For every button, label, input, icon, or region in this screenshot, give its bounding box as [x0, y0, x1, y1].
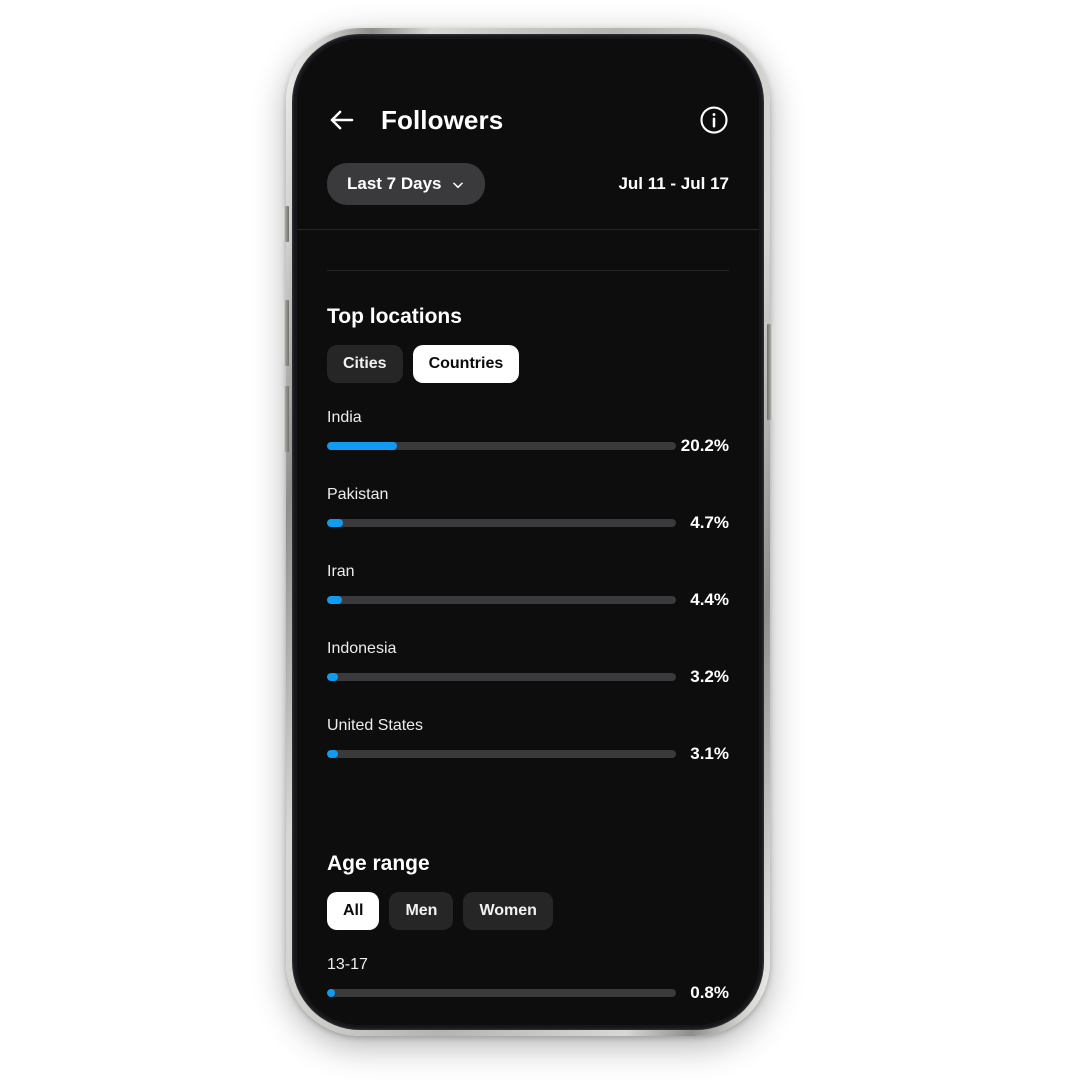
phone-screen: Followers Last 7 Days Jul 11 - Jul 17 To… [297, 39, 759, 1025]
bar-row: India 20.2% [327, 409, 729, 456]
bar-fill [327, 596, 343, 604]
date-range-selector-label: Last 7 Days [347, 174, 442, 193]
tab-countries[interactable]: Countries [412, 345, 520, 383]
volume-up-button[interactable] [283, 300, 289, 366]
bar-value: 3.2% [690, 667, 729, 686]
age-range-tabs: All Men Women [297, 876, 759, 930]
tab-women[interactable]: Women [463, 892, 553, 930]
bar-row-line: 3.1% [327, 744, 729, 764]
info-circle-icon[interactable] [699, 105, 729, 135]
bar-track [327, 989, 676, 997]
phone-device: Followers Last 7 Days Jul 11 - Jul 17 To… [283, 28, 773, 1036]
bar-row-line: 4.7% [327, 513, 729, 533]
divider-full [297, 229, 759, 230]
navigation-bar: Followers [297, 91, 759, 149]
bar-fill [327, 673, 339, 681]
bar-row-label: India [327, 409, 362, 426]
age-range-bar-list: 13-170.8%18-2420.9% [297, 930, 759, 1025]
bar-row-label: Pakistan [327, 486, 389, 503]
bar-row-label: 13-17 [327, 956, 368, 973]
bar-fill [327, 519, 344, 527]
bar-row-label: Iran [327, 563, 355, 580]
bar-row: Iran 4.4% [327, 563, 729, 610]
bar-fill [327, 442, 398, 450]
bar-fill [327, 989, 335, 997]
power-button[interactable] [767, 324, 773, 420]
tab-men[interactable]: Men [389, 892, 454, 930]
top-locations-tabs: Cities Countries [297, 329, 759, 383]
bar-row: Indonesia 3.2% [327, 640, 729, 687]
top-locations-bar-list: India 20.2% Pakistan 4.7% Iran 4.4% Indonesia 3… [297, 383, 759, 764]
bar-track [327, 673, 676, 681]
tab-cities[interactable]: Cities [327, 345, 403, 383]
bar-row-line: 4.4% [327, 590, 729, 610]
bar-row: Pakistan 4.7% [327, 486, 729, 533]
screenshot-stage: Followers Last 7 Days Jul 11 - Jul 17 To… [0, 0, 1080, 1080]
bar-value: 0.8% [690, 983, 729, 1002]
date-range-text: Jul 11 - Jul 17 [618, 174, 729, 193]
age-range-heading: Age range [327, 852, 430, 875]
phone-bezel: Followers Last 7 Days Jul 11 - Jul 17 To… [292, 34, 764, 1030]
bar-row-line: 0.8% [327, 983, 729, 1003]
tab-cities-label: Cities [343, 355, 387, 372]
bar-track [327, 442, 676, 450]
bar-row-line: 3.2% [327, 667, 729, 687]
date-filter-row: Last 7 Days Jul 11 - Jul 17 [297, 149, 759, 205]
silent-switch-button[interactable] [283, 206, 289, 242]
bar-row: United States 3.1% [327, 717, 729, 764]
bar-track [327, 750, 676, 758]
tab-men-label: Men [405, 902, 438, 919]
bar-row-label: United States [327, 717, 424, 734]
bar-row: 13-17 0.8% [327, 956, 729, 1003]
bar-track [327, 519, 676, 527]
bar-value: 20.2% [680, 436, 729, 455]
tab-all-label: All [343, 902, 364, 919]
bar-value: 3.1% [690, 744, 729, 763]
tab-women-label: Women [479, 902, 537, 919]
bar-row-line: 20.2% [327, 436, 729, 456]
volume-down-button[interactable] [283, 386, 289, 452]
bar-value: 4.4% [690, 590, 729, 609]
bar-value: 4.7% [690, 513, 729, 532]
tab-countries-label: Countries [428, 355, 504, 372]
page-title: Followers [381, 104, 504, 135]
date-range-selector[interactable]: Last 7 Days [327, 163, 485, 205]
bar-track [327, 596, 676, 604]
bar-fill [327, 750, 338, 758]
top-locations-heading: Top locations [327, 305, 462, 328]
arrow-left-icon[interactable] [327, 105, 357, 135]
followers-insights-app: Followers Last 7 Days Jul 11 - Jul 17 To… [297, 39, 759, 1025]
chevron-down-icon [451, 177, 465, 191]
bar-row-label: Indonesia [327, 640, 397, 657]
tab-all[interactable]: All [327, 892, 380, 930]
